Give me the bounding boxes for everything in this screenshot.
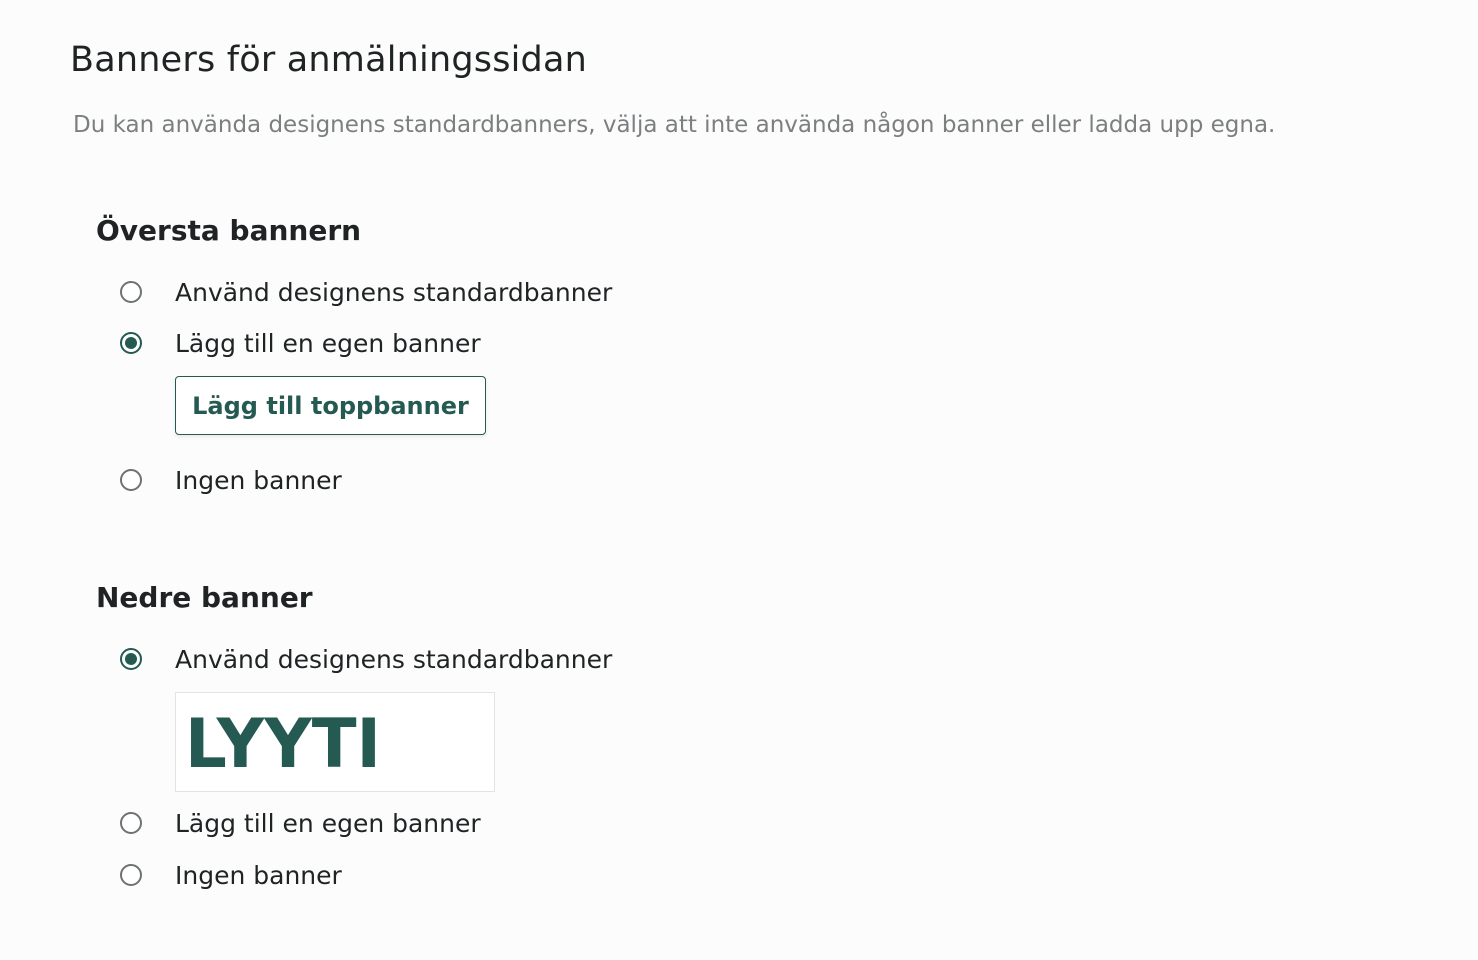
- radio-button-selected[interactable]: [120, 648, 142, 670]
- option-label: Använd designens standardbanner: [175, 277, 613, 307]
- page-title: Banners för anmälningssidan: [70, 40, 588, 80]
- radio-button[interactable]: [120, 469, 142, 491]
- radio-button[interactable]: [120, 281, 142, 303]
- banner-settings-page: Banners för anmälningssidan Du kan använ…: [0, 0, 1478, 960]
- page-description: Du kan använda designens standardbanners…: [73, 112, 1276, 138]
- top-banner-option-default[interactable]: Använd designens standardbanner: [120, 275, 612, 309]
- option-label: Lägg till en egen banner: [175, 808, 481, 838]
- bottom-banner-option-none[interactable]: Ingen banner: [120, 858, 342, 892]
- bottom-banner-option-custom[interactable]: Lägg till en egen banner: [120, 806, 481, 840]
- radio-button[interactable]: [120, 812, 142, 834]
- top-banner-option-custom[interactable]: Lägg till en egen banner: [120, 326, 481, 360]
- logo-text: LYYTI: [185, 717, 381, 771]
- radio-button-selected[interactable]: [120, 332, 142, 354]
- radio-button[interactable]: [120, 864, 142, 886]
- top-banner-option-none[interactable]: Ingen banner: [120, 463, 342, 497]
- default-banner-preview: LYYTI: [175, 692, 495, 792]
- option-label: Ingen banner: [175, 465, 342, 495]
- option-label: Använd designens standardbanner: [175, 644, 613, 674]
- option-label: Lägg till en egen banner: [175, 328, 481, 358]
- option-label: Ingen banner: [175, 860, 342, 890]
- top-banner-title: Översta bannern: [96, 214, 362, 247]
- bottom-banner-option-default[interactable]: Använd designens standardbanner: [120, 642, 612, 676]
- lyyti-logo: LYYTI: [185, 717, 381, 771]
- add-top-banner-button[interactable]: Lägg till toppbanner: [175, 376, 486, 435]
- bottom-banner-title: Nedre banner: [96, 581, 313, 614]
